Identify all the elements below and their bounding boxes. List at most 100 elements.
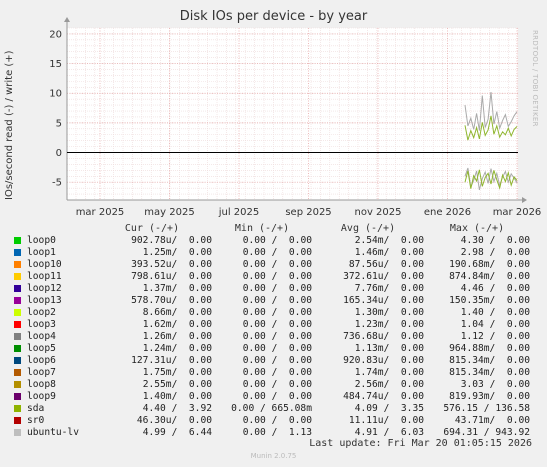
legend-max: 1.04 / 0.00	[460, 319, 530, 330]
legend-name: sr0	[27, 415, 45, 426]
legend-avg: 920.83u/ 0.00	[343, 355, 424, 366]
legend-max: 964.88m/ 0.00	[449, 343, 530, 354]
legend-name: loop12	[27, 283, 62, 294]
legend-swatch	[14, 393, 21, 400]
legend-max: 576.15 / 136.58	[443, 403, 530, 414]
legend-swatch	[14, 261, 21, 268]
legend-max: 1.40 / 0.00	[460, 307, 530, 318]
legend-max: 190.68m/ 0.00	[449, 259, 530, 270]
legend-row: loop8 2.55m/ 0.00 0.00 / 0.00 2.56m/ 0.00 3.…	[0, 379, 547, 391]
legend-swatch	[14, 381, 21, 388]
legend-max: 815.34m/ 0.00	[449, 355, 530, 366]
legend-name: loop9	[27, 391, 56, 402]
legend-swatch	[14, 273, 21, 280]
y-axis-label: IOs/second read (-) / write (+)	[4, 50, 15, 200]
chart-svg: 20 15 10 5 0 -5 mar 2025 may 2025 jul 2025 sep 20…	[49, 17, 542, 218]
x-tick-label: mar 2026	[493, 207, 542, 218]
legend-name: loop6	[27, 355, 56, 366]
legend-row: loop9 1.40m/ 0.00 0.00 / 0.00 484.74u/ 0.00…	[0, 391, 547, 403]
legend-swatch	[14, 405, 21, 412]
legend-avg: 2.56m/ 0.00	[354, 379, 424, 390]
legend-name: loop4	[27, 331, 56, 342]
legend-cur: 2.55m/ 0.00	[142, 379, 212, 390]
legend-row: loop4 1.26m/ 0.00 0.00 / 0.00 736.68u/ 0.00…	[0, 331, 547, 343]
x-tick-label: sep 2025	[285, 207, 331, 218]
legend-cur: 798.61u/ 0.00	[131, 271, 212, 282]
legend-row: loop12 1.37m/ 0.00 0.00 / 0.00 7.76m/ 0.00 4…	[0, 283, 547, 295]
legend-max: 2.98 / 0.00	[460, 247, 530, 258]
legend-avg: 1.46m/ 0.00	[354, 247, 424, 258]
legend-cur: 1.75m/ 0.00	[142, 367, 212, 378]
legend-swatch	[14, 285, 21, 292]
legend-avg: 1.30m/ 0.00	[354, 307, 424, 318]
legend-max: 819.93m/ 0.00	[449, 391, 530, 402]
legend-name: ubuntu-lv	[27, 427, 79, 438]
last-update: Last update: Fri Mar 20 01:05:15 2026	[309, 438, 532, 449]
rrdtool-watermark: RRDTOOL / TOBI OETIKER	[531, 30, 539, 127]
legend-cur: 46.30u/ 0.00	[136, 415, 212, 426]
y-tick-label: 10	[49, 89, 62, 100]
legend-name: sda	[27, 403, 45, 414]
legend-max: 4.46 / 0.00	[460, 283, 530, 294]
y-tick-label: 0	[56, 148, 62, 159]
legend-header-min: Min (-/+)	[234, 223, 290, 234]
legend-swatch	[14, 369, 21, 376]
legend-cur: 4.99 / 6.44	[142, 427, 212, 438]
legend-avg: 2.54m/ 0.00	[354, 235, 424, 246]
legend-cur: 8.66m/ 0.00	[142, 307, 212, 318]
legend-name: loop5	[27, 343, 56, 354]
legend-max: 815.34m/ 0.00	[449, 367, 530, 378]
legend-max: 3.03 / 0.00	[460, 379, 530, 390]
legend-row: loop7 1.75m/ 0.00 0.00 / 0.00 1.74m/ 0.00 81…	[0, 367, 547, 379]
legend-row: sda 4.40 / 3.92 0.00 / 665.08m 4.09 / 3.35 5…	[0, 403, 547, 415]
legend-table: loop0 902.78u/ 0.00 0.00 / 0.00 2.54m/ 0.00…	[0, 235, 547, 439]
legend-cur: 4.40 / 3.92	[142, 403, 212, 414]
legend-cur: 902.78u/ 0.00	[131, 235, 212, 246]
legend-cur: 393.52u/ 0.00	[131, 259, 212, 270]
legend-avg: 484.74u/ 0.00	[343, 391, 424, 402]
legend-max: 43.71m/ 0.00	[454, 415, 530, 426]
x-tick-label: mar 2025	[76, 207, 125, 218]
legend-min: 0.00 / 0.00	[242, 295, 312, 306]
legend-min: 0.00 / 0.00	[242, 319, 312, 330]
y-tick-label: -5	[52, 178, 62, 189]
legend-row: loop3 1.62m/ 0.00 0.00 / 0.00 1.23m/ 0.00 1.…	[0, 319, 547, 331]
legend-avg: 11.11u/ 0.00	[348, 415, 424, 426]
legend-row: loop13 578.70u/ 0.00 0.00 / 0.00 165.34u/ 0…	[0, 295, 547, 307]
legend-min: 0.00 / 0.00	[242, 367, 312, 378]
legend-max: 874.84m/ 0.00	[449, 271, 530, 282]
legend-min: 0.00 / 1.13	[242, 427, 312, 438]
legend-min: 0.00 / 0.00	[242, 259, 312, 270]
legend-avg: 1.74m/ 0.00	[354, 367, 424, 378]
legend-avg: 1.13m/ 0.00	[354, 343, 424, 354]
y-tick-label: 15	[49, 59, 62, 70]
legend-row: loop11 798.61u/ 0.00 0.00 / 0.00 372.61u/ 0…	[0, 271, 547, 283]
legend-swatch	[14, 417, 21, 424]
legend-row: loop6 127.31u/ 0.00 0.00 / 0.00 920.83u/ 0.…	[0, 355, 547, 367]
legend-name: loop8	[27, 379, 56, 390]
legend-avg: 4.09 / 3.35	[354, 403, 424, 414]
legend-min: 0.00 / 0.00	[242, 355, 312, 366]
legend-min: 0.00 / 0.00	[242, 379, 312, 390]
legend-min: 0.00 / 0.00	[242, 307, 312, 318]
legend-avg: 372.61u/ 0.00	[343, 271, 424, 282]
legend-swatch	[14, 249, 21, 256]
legend-name: loop13	[27, 295, 62, 306]
legend-min: 0.00 / 0.00	[242, 271, 312, 282]
legend-min: 0.00 / 0.00	[242, 235, 312, 246]
legend-cur: 127.31u/ 0.00	[131, 355, 212, 366]
legend-min: 0.00 / 665.08m	[231, 403, 312, 414]
legend-name: loop3	[27, 319, 56, 330]
legend-swatch	[14, 429, 21, 436]
legend-avg: 165.34u/ 0.00	[343, 295, 424, 306]
legend-avg: 87.56u/ 0.00	[348, 259, 424, 270]
legend-row: loop0 902.78u/ 0.00 0.00 / 0.00 2.54m/ 0.00…	[0, 235, 547, 247]
legend-header-avg: Avg (-/+)	[340, 223, 396, 234]
legend-row: loop5 1.24m/ 0.00 0.00 / 0.00 1.13m/ 0.00 96…	[0, 343, 547, 355]
x-axis-arrow	[522, 197, 527, 203]
legend-swatch	[14, 321, 21, 328]
legend-cur: 1.40m/ 0.00	[142, 391, 212, 402]
legend-cur: 1.24m/ 0.00	[142, 343, 212, 354]
legend-max: 4.30 / 0.00	[460, 235, 530, 246]
legend-min: 0.00 / 0.00	[242, 415, 312, 426]
